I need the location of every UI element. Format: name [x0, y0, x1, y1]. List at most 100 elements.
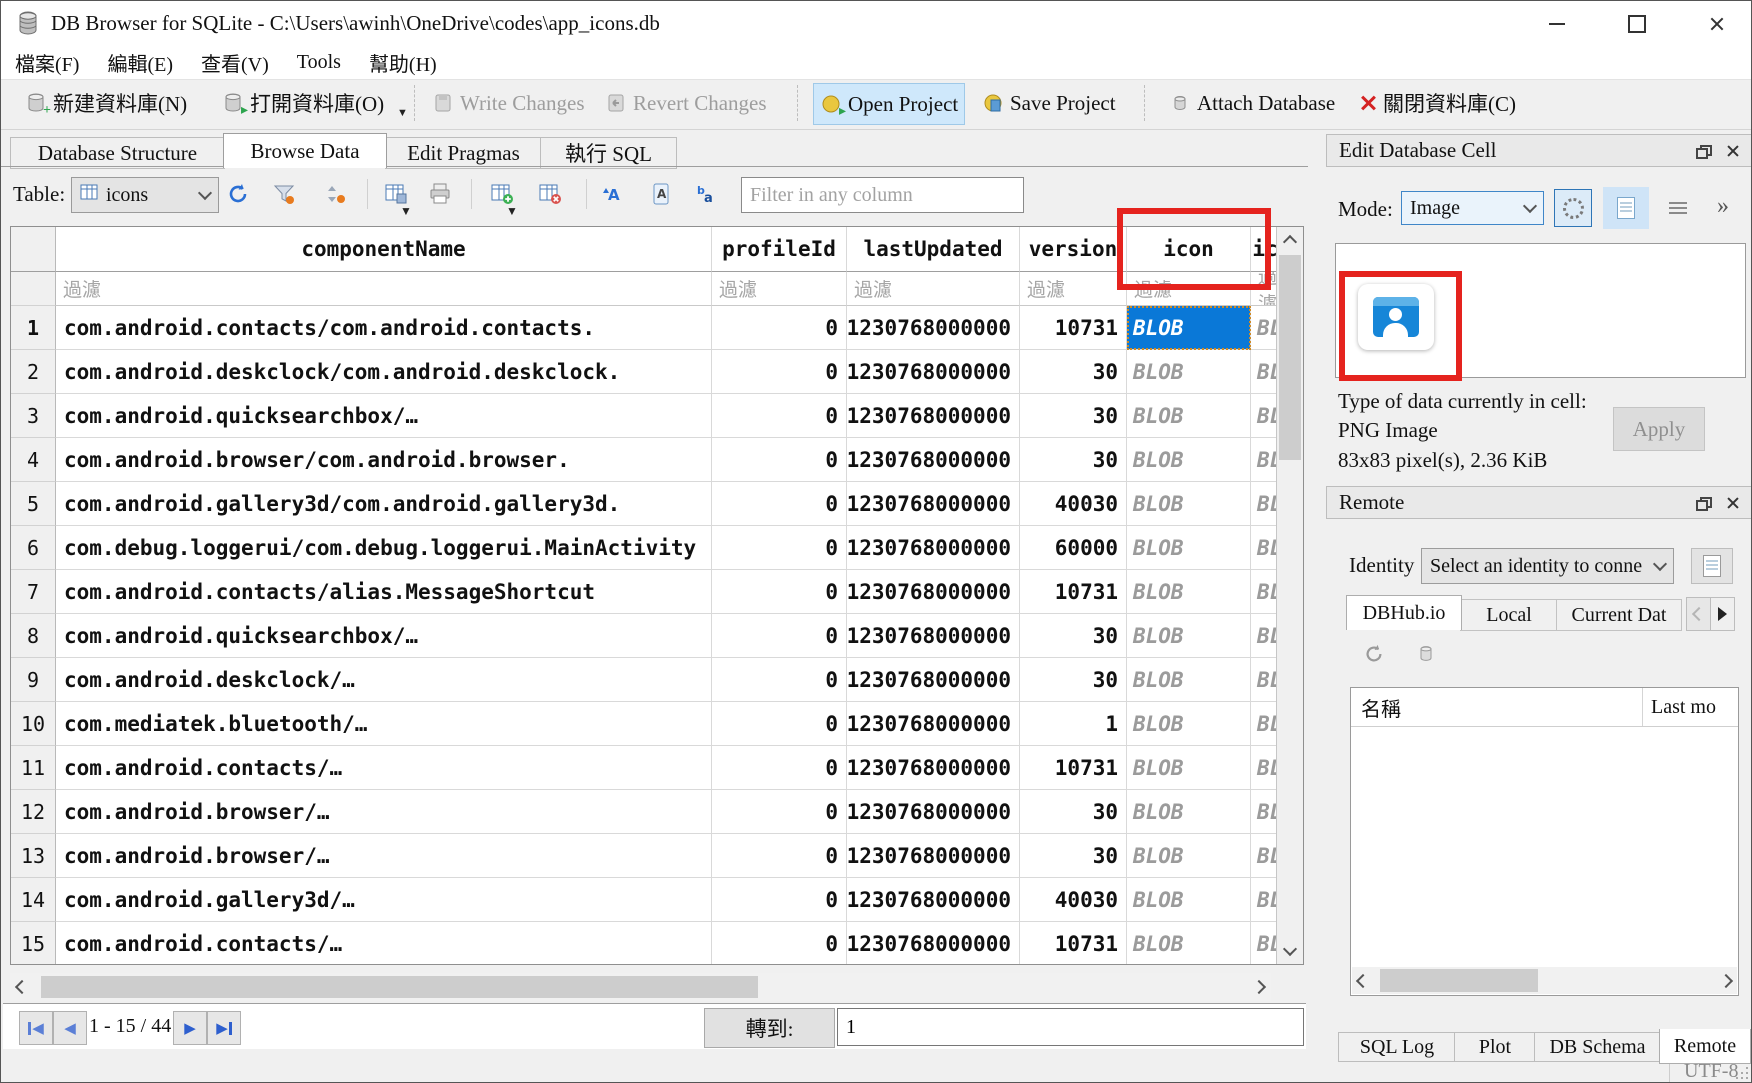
cell-icon-partial[interactable]: BLOB — [1251, 790, 1279, 834]
cell-profileId[interactable]: 0 — [712, 790, 847, 834]
cell-profileId[interactable]: 0 — [712, 614, 847, 658]
cell-lastUpdated[interactable]: 1230768000000 — [847, 834, 1020, 878]
cell-icon-partial[interactable]: BLOB — [1251, 438, 1279, 482]
cell-lastUpdated[interactable]: 1230768000000 — [847, 438, 1020, 482]
text-mode-button[interactable] — [1603, 187, 1649, 229]
remote-column-last-modified[interactable]: Last mo — [1643, 696, 1716, 719]
filter-profileId[interactable]: 過濾 — [712, 272, 847, 306]
scroll-left-button[interactable] — [1352, 967, 1374, 994]
scroll-left-button[interactable] — [10, 974, 34, 1000]
cell-profileId[interactable]: 0 — [712, 922, 847, 965]
cell-version[interactable]: 30 — [1020, 438, 1127, 482]
cell-lastUpdated[interactable]: 1230768000000 — [847, 526, 1020, 570]
column-header-lastUpdated[interactable]: lastUpdated — [847, 227, 1020, 272]
cell-lastUpdated[interactable]: 1230768000000 — [847, 746, 1020, 790]
cell-icon-partial[interactable]: BLOB — [1251, 570, 1279, 614]
word-wrap-button[interactable] — [1661, 193, 1695, 223]
filter-componentName[interactable]: 過濾 — [56, 272, 712, 306]
filter-partial[interactable]: 過濾 — [1251, 272, 1279, 306]
vertical-scrollbar[interactable] — [1276, 227, 1303, 964]
sort-a-button[interactable]: A — [597, 179, 627, 209]
save-table-dropdown-icon[interactable]: ▼ — [400, 204, 412, 219]
cell-version[interactable]: 30 — [1020, 834, 1127, 878]
cell-icon[interactable]: BLOB — [1127, 394, 1251, 438]
row-number[interactable]: 13 — [11, 834, 56, 878]
tab-browse-data[interactable]: Browse Data — [223, 133, 387, 168]
cell-lastUpdated[interactable]: 1230768000000 — [847, 614, 1020, 658]
last-record-button[interactable]: ▶ — [207, 1011, 241, 1045]
cell-lastUpdated[interactable]: 1230768000000 — [847, 790, 1020, 834]
column-header-icon[interactable]: icon — [1127, 227, 1251, 272]
float-panel-icon[interactable] — [1696, 145, 1710, 157]
import-data-button[interactable] — [1554, 189, 1592, 227]
table-selector[interactable]: icons — [71, 177, 219, 213]
cell-icon[interactable]: BLOB — [1127, 438, 1251, 482]
row-number[interactable]: 12 — [11, 790, 56, 834]
cell-lastUpdated[interactable]: 1230768000000 — [847, 658, 1020, 702]
cell-icon-partial[interactable]: BLOB — [1251, 306, 1279, 350]
row-number[interactable]: 3 — [11, 394, 56, 438]
cell-icon-partial[interactable]: BLOB — [1251, 482, 1279, 526]
cell-componentName[interactable]: com.android.contacts/… — [56, 922, 712, 965]
row-number[interactable]: 5 — [11, 482, 56, 526]
dock-tab-db-schema[interactable]: DB Schema — [1534, 1032, 1661, 1062]
row-number[interactable]: 6 — [11, 526, 56, 570]
cell-componentName[interactable]: com.android.deskclock/com.android.deskcl… — [56, 350, 712, 394]
cell-icon[interactable]: BLOB — [1127, 526, 1251, 570]
column-header-partial[interactable]: ic — [1251, 227, 1279, 272]
open-database-button[interactable]: ▸ 打開資料庫(O) — [216, 83, 390, 123]
cell-icon[interactable]: BLOB — [1127, 790, 1251, 834]
remote-column-name[interactable]: 名稱 — [1351, 688, 1643, 726]
cell-version[interactable]: 30 — [1020, 790, 1127, 834]
scroll-down-button[interactable] — [1277, 938, 1303, 964]
save-project-button[interactable]: Save Project — [976, 83, 1122, 123]
cell-profileId[interactable]: 0 — [712, 878, 847, 922]
cell-componentName[interactable]: com.android.contacts/com.android.contact… — [56, 306, 712, 350]
dock-tab-plot[interactable]: Plot — [1454, 1032, 1536, 1062]
remote-tab-dbhub[interactable]: DBHub.io — [1346, 595, 1462, 630]
filter-version[interactable]: 過濾 — [1020, 272, 1127, 306]
cell-icon-partial[interactable]: BLOB — [1251, 526, 1279, 570]
cell-lastUpdated[interactable]: 1230768000000 — [847, 570, 1020, 614]
expand-toolbar-icon[interactable]: » — [1717, 193, 1727, 220]
first-record-button[interactable]: ◀ — [19, 1011, 53, 1045]
cell-version[interactable]: 40030 — [1020, 482, 1127, 526]
attach-database-button[interactable]: Attach Database — [1163, 83, 1341, 123]
cell-lastUpdated[interactable]: 1230768000000 — [847, 702, 1020, 746]
edit-identity-button[interactable] — [1691, 548, 1733, 584]
cell-version[interactable]: 10731 — [1020, 306, 1127, 350]
tab-scroll-left-button[interactable] — [1686, 597, 1711, 631]
cell-icon[interactable]: BLOB — [1127, 350, 1251, 394]
close-panel-icon[interactable] — [1726, 144, 1740, 158]
row-number[interactable]: 9 — [11, 658, 56, 702]
scroll-right-button[interactable] — [1715, 967, 1737, 994]
previous-record-button[interactable]: ◀ — [53, 1011, 87, 1045]
cell-icon-partial[interactable]: BLOB — [1251, 614, 1279, 658]
cell-version[interactable]: 30 — [1020, 658, 1127, 702]
horizontal-scroll-thumb[interactable] — [41, 976, 758, 998]
dock-tab-sql-log[interactable]: SQL Log — [1338, 1032, 1456, 1062]
cell-lastUpdated[interactable]: 1230768000000 — [847, 394, 1020, 438]
next-record-button[interactable]: ▶ — [173, 1011, 207, 1045]
row-number[interactable]: 15 — [11, 922, 56, 965]
cell-icon[interactable]: BLOB — [1127, 570, 1251, 614]
cell-lastUpdated[interactable]: 1230768000000 — [847, 878, 1020, 922]
cell-componentName[interactable]: com.android.browser/… — [56, 834, 712, 878]
open-project-button[interactable]: ▸ Open Project — [813, 83, 965, 125]
cell-profileId[interactable]: 0 — [712, 438, 847, 482]
horizontal-scrollbar[interactable] — [10, 973, 1271, 1001]
cell-icon[interactable]: BLOB — [1127, 614, 1251, 658]
cell-version[interactable]: 10731 — [1020, 746, 1127, 790]
new-database-button[interactable]: + 新建資料庫(N) — [19, 83, 193, 123]
row-number[interactable]: 1 — [11, 306, 56, 350]
cell-lastUpdated[interactable]: 1230768000000 — [847, 306, 1020, 350]
cell-profileId[interactable]: 0 — [712, 746, 847, 790]
row-number[interactable]: 14 — [11, 878, 56, 922]
scroll-right-button[interactable] — [1247, 974, 1271, 1000]
cell-componentName[interactable]: com.android.contacts/… — [56, 746, 712, 790]
cell-componentName[interactable]: com.debug.loggerui/com.debug.loggerui.Ma… — [56, 526, 712, 570]
tab-edit-pragmas[interactable]: Edit Pragmas — [385, 137, 542, 169]
cell-lastUpdated[interactable]: 1230768000000 — [847, 482, 1020, 526]
cell-icon-partial[interactable]: BLOB — [1251, 394, 1279, 438]
maximize-button[interactable] — [1609, 1, 1665, 46]
